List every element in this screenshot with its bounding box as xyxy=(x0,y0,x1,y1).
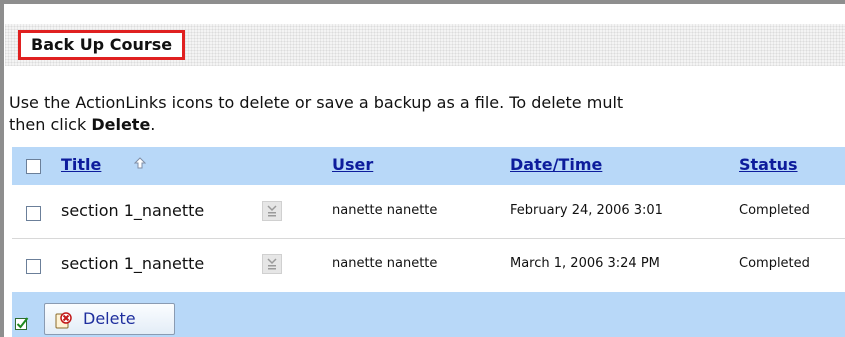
instructions: Use the ActionLinks icons to delete or s… xyxy=(9,92,845,136)
row-status: Completed xyxy=(739,203,810,218)
table-header: Title User Date/Time Status xyxy=(12,147,845,185)
instructions-line-2-prefix: then click xyxy=(9,115,92,134)
row-checkbox[interactable] xyxy=(26,259,41,274)
row-title: section 1_nanette xyxy=(61,254,205,273)
actionlinks-icon[interactable] xyxy=(262,201,282,221)
delete-button-label: Delete xyxy=(83,309,136,328)
check-all-icon[interactable] xyxy=(15,316,30,331)
table-row: section 1_nanette nanette nanette March … xyxy=(12,239,845,291)
status-column-header[interactable]: Status xyxy=(739,155,798,174)
instructions-line-1: Use the ActionLinks icons to delete or s… xyxy=(9,93,624,112)
row-title: section 1_nanette xyxy=(61,201,205,220)
row-status: Completed xyxy=(739,256,810,271)
delete-button[interactable]: Delete xyxy=(44,303,175,335)
actionlinks-glyph-icon xyxy=(267,205,277,217)
row-user: nanette nanette xyxy=(332,203,438,218)
page-title: Back Up Course xyxy=(18,30,186,60)
instructions-line-2-suffix: . xyxy=(150,115,156,134)
row-checkbox[interactable] xyxy=(26,206,41,221)
actionlinks-icon[interactable] xyxy=(262,254,282,274)
instructions-line-2: then click Delete. xyxy=(9,114,845,136)
instructions-delete-word: Delete xyxy=(91,115,151,134)
delete-icon xyxy=(55,312,72,329)
datetime-column-header[interactable]: Date/Time xyxy=(510,155,602,174)
actionlinks-glyph-icon xyxy=(267,258,277,270)
select-all-checkbox[interactable] xyxy=(26,159,41,174)
title-column-header[interactable]: Title xyxy=(61,155,101,174)
table-row: section 1_nanette nanette nanette Februa… xyxy=(12,186,845,239)
row-datetime: February 24, 2006 3:01 xyxy=(510,203,663,218)
sort-ascending-icon[interactable] xyxy=(134,157,146,169)
row-datetime: March 1, 2006 3:24 PM xyxy=(510,256,660,271)
user-column-header[interactable]: User xyxy=(332,155,373,174)
row-user: nanette nanette xyxy=(332,256,438,271)
